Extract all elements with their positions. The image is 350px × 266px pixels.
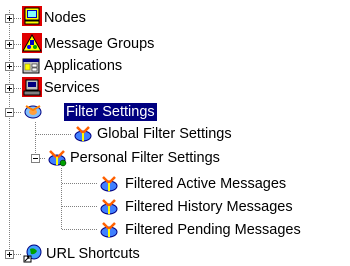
expand-toggle-message-groups[interactable] — [5, 40, 14, 49]
personal-filter-icon — [48, 150, 67, 167]
filter-settings-icon — [24, 105, 42, 119]
expand-toggle-services[interactable] — [5, 84, 14, 93]
tree-item-filtered-history-messages[interactable]: Filtered History Messages — [123, 198, 295, 216]
tree-view: Nodes Message Groups Applications Servic… — [0, 0, 350, 266]
tree-item-global-filter-settings[interactable]: Global Filter Settings — [95, 125, 234, 143]
url-shortcuts-icon — [23, 244, 42, 263]
services-icon — [22, 77, 42, 97]
nodes-icon — [22, 6, 42, 26]
collapse-toggle-filter-settings[interactable] — [5, 108, 14, 117]
tree-item-services[interactable]: Services — [42, 79, 102, 97]
tree-item-filtered-active-messages[interactable]: Filtered Active Messages — [123, 175, 288, 193]
global-filter-icon — [74, 126, 92, 142]
applications-icon — [22, 58, 40, 74]
expand-toggle-nodes[interactable] — [5, 14, 14, 23]
tree-item-url-shortcuts[interactable]: URL Shortcuts — [44, 245, 142, 263]
tree-item-nodes[interactable]: Nodes — [42, 9, 88, 27]
filter-icon — [100, 176, 118, 192]
tree-item-filter-settings[interactable]: Filter Settings — [64, 103, 157, 121]
collapse-toggle-personal-filter-settings[interactable] — [31, 154, 40, 163]
expand-toggle-url-shortcuts[interactable] — [5, 250, 14, 259]
filter-icon — [100, 199, 118, 215]
tree-item-message-groups[interactable]: Message Groups — [42, 35, 156, 53]
expand-toggle-applications[interactable] — [5, 62, 14, 71]
tree-item-filtered-pending-messages[interactable]: Filtered Pending Messages — [123, 221, 303, 239]
tree-item-applications[interactable]: Applications — [42, 57, 124, 75]
tree-item-personal-filter-settings[interactable]: Personal Filter Settings — [68, 149, 222, 167]
message-groups-icon — [22, 33, 42, 53]
filter-icon — [100, 222, 118, 238]
